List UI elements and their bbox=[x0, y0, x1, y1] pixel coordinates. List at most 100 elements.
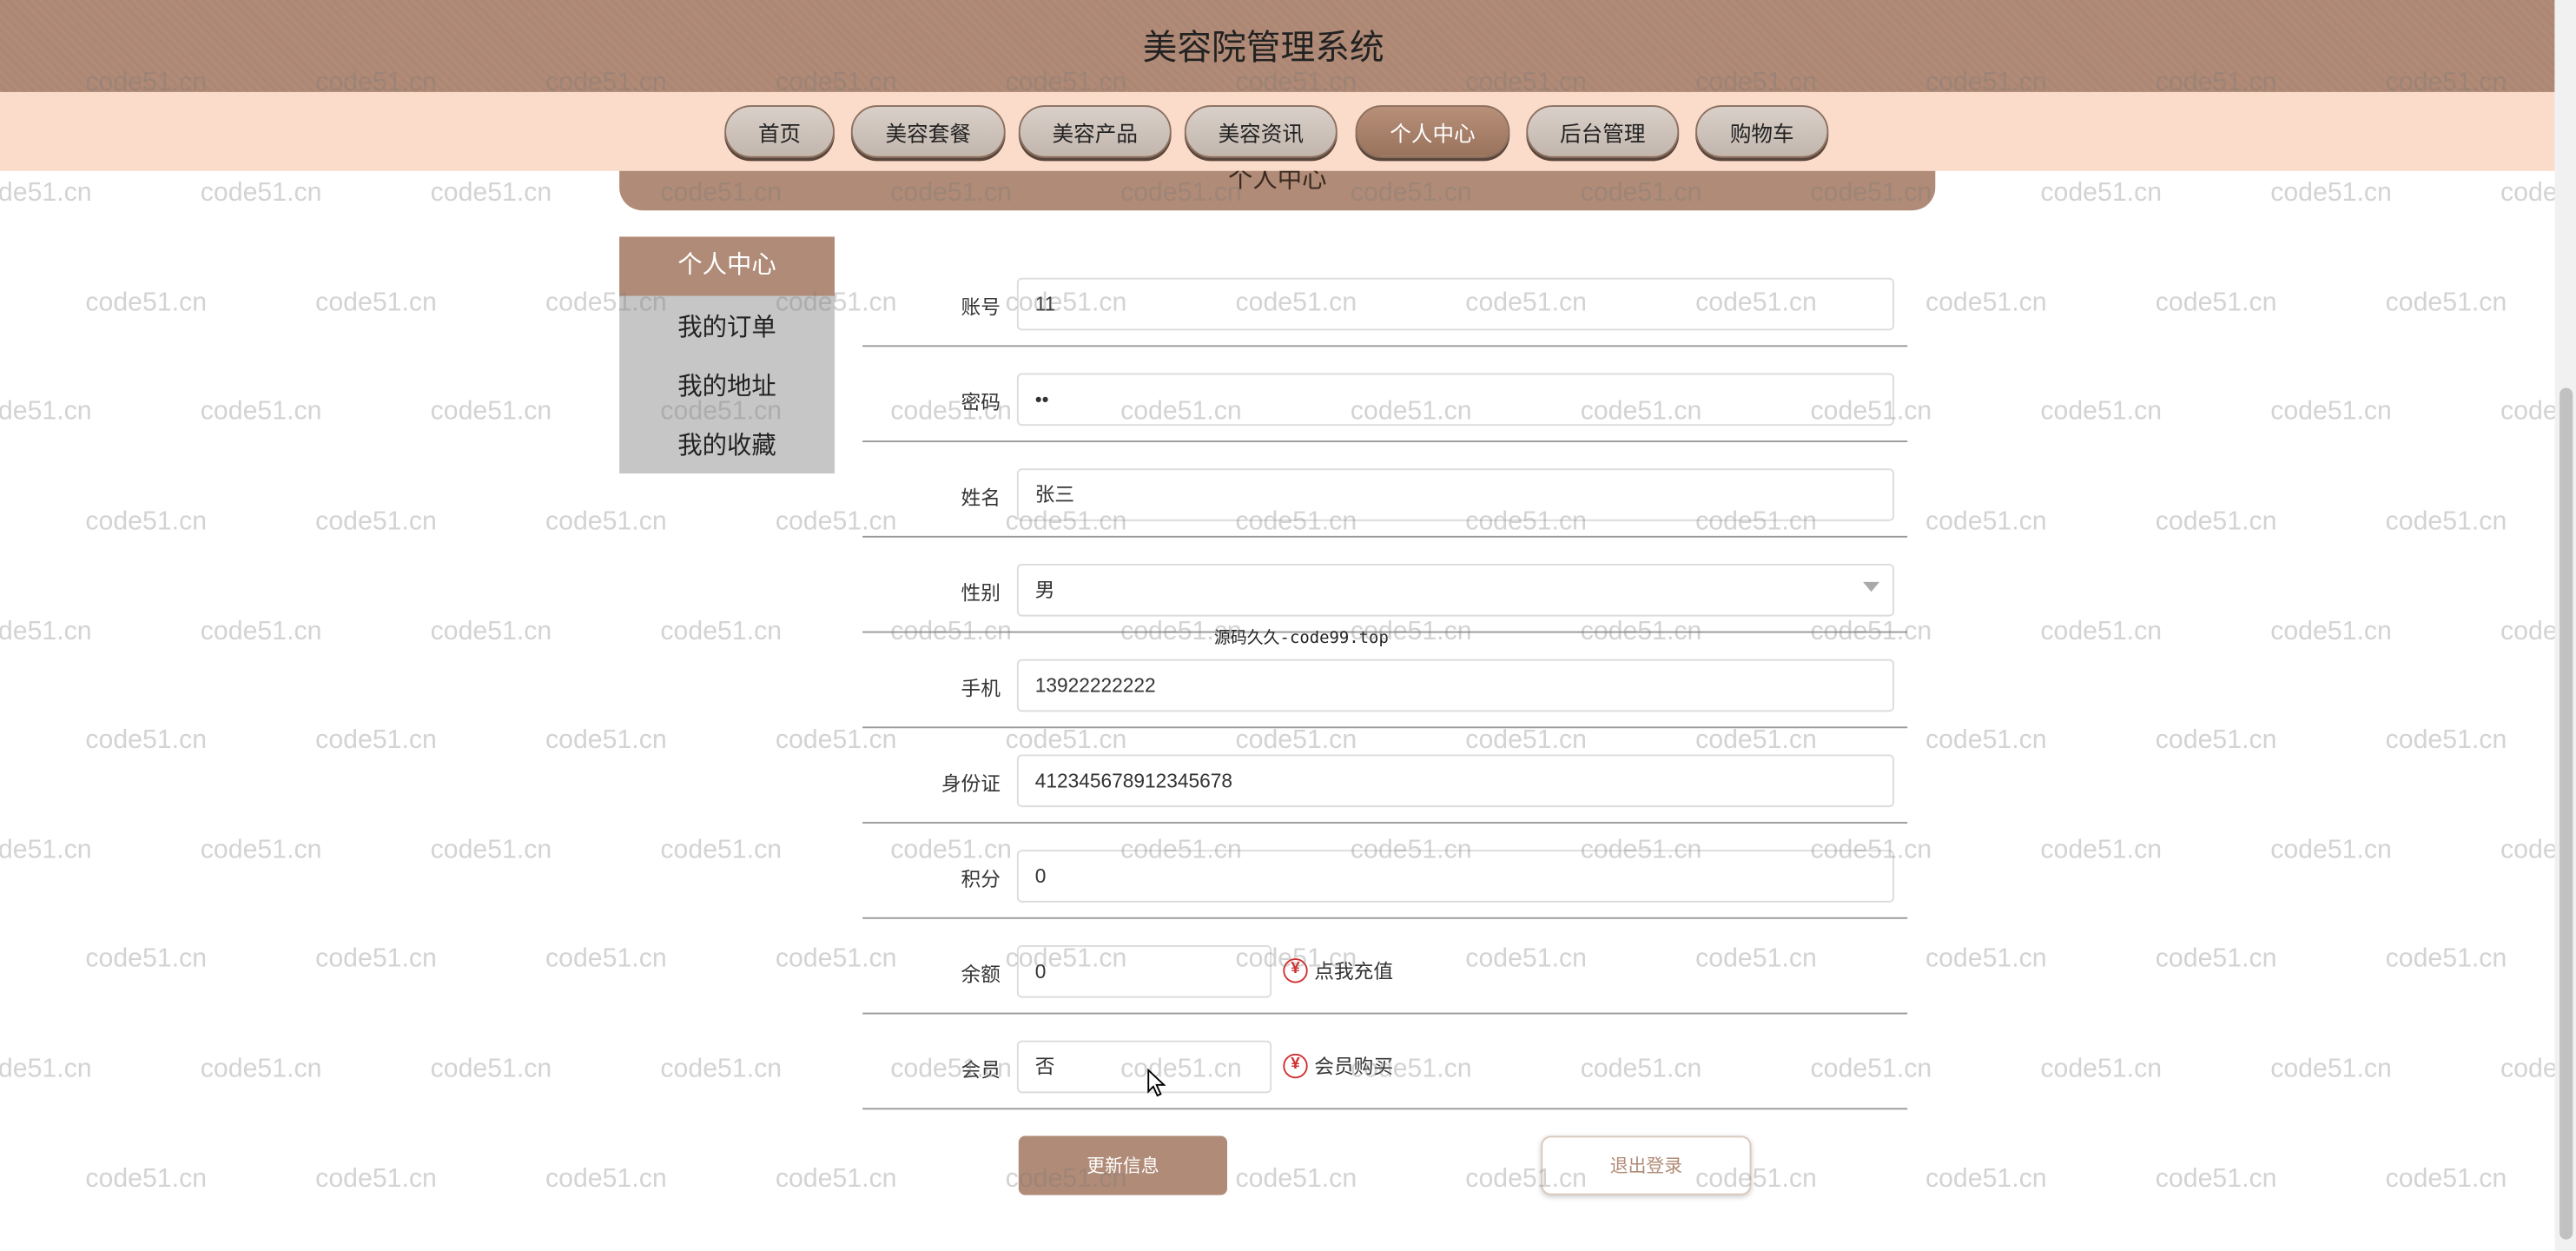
name-label: 姓名 bbox=[961, 486, 1001, 510]
form-row-account: 账号 11 bbox=[862, 252, 1908, 348]
balance-label: 余额 bbox=[961, 963, 1001, 987]
watermark-text: code51.cn bbox=[85, 1165, 208, 1194]
mouse-cursor-icon bbox=[1147, 1068, 1166, 1097]
watermark-text: code51.cn bbox=[85, 289, 208, 318]
password-input[interactable]: •• bbox=[1016, 373, 1895, 427]
nav-item-admin[interactable]: 后台管理 bbox=[1526, 105, 1680, 158]
watermark-text: code51.cn bbox=[1925, 289, 2047, 318]
yen-icon: ¥ bbox=[1283, 957, 1308, 983]
form-row-name: 姓名 张三 bbox=[862, 442, 1908, 538]
watermark-text: code51.cn bbox=[2270, 837, 2392, 865]
watermark-text: code51.cn bbox=[200, 618, 322, 646]
watermark-text: code51.cn bbox=[2270, 179, 2392, 208]
watermark-text: code51.cn bbox=[2385, 945, 2507, 974]
yen-icon: ¥ bbox=[1283, 1052, 1308, 1078]
update-info-button[interactable]: 更新信息 bbox=[1018, 1135, 1228, 1195]
watermark-text: code51.cn bbox=[2155, 289, 2277, 318]
buy-membership-link-label: 会员购买 bbox=[1314, 1054, 1394, 1078]
scrollbar[interactable] bbox=[2554, 0, 2576, 1251]
sidebar-item-addresses[interactable]: 我的地址 bbox=[619, 368, 835, 403]
page-title: 个人中心 bbox=[1227, 170, 1327, 195]
watermark-text: code51.cn bbox=[2040, 397, 2163, 427]
watermark-text: code51.cn bbox=[2155, 1165, 2277, 1194]
watermark-text: code51.cn bbox=[430, 179, 552, 208]
recharge-link-label: 点我充值 bbox=[1314, 959, 1394, 983]
watermark-text: code51.cn bbox=[315, 945, 437, 974]
watermark-text: code51.cn bbox=[85, 726, 208, 755]
watermark-text: code51.cn bbox=[2155, 945, 2277, 974]
watermark-text: code51.cn bbox=[85, 945, 208, 974]
watermark-text: code51.cn bbox=[200, 1055, 322, 1083]
buy-membership-link[interactable]: ¥ 会员购买 bbox=[1283, 1039, 1393, 1092]
member-label: 会员 bbox=[961, 1058, 1001, 1082]
watermark-text: code51.cn bbox=[2155, 726, 2277, 755]
recharge-link[interactable]: ¥ 点我充值 bbox=[1283, 943, 1393, 996]
sidebar-item-favorites[interactable]: 我的收藏 bbox=[619, 427, 835, 462]
watermark-text: code51.cn bbox=[1925, 1165, 2047, 1194]
points-label: 积分 bbox=[961, 868, 1001, 891]
nav-item-beauty-products[interactable]: 美容产品 bbox=[1018, 105, 1172, 158]
gender-select[interactable]: 男 bbox=[1016, 564, 1895, 617]
gender-select-value: 男 bbox=[1034, 579, 1055, 602]
chevron-down-icon bbox=[1863, 581, 1879, 592]
points-input[interactable]: 0 bbox=[1016, 850, 1895, 903]
watermark-text: code51.cn bbox=[85, 507, 208, 536]
sidebar: 个人中心 我的订单 我的地址 我的收藏 bbox=[619, 236, 835, 473]
balance-input[interactable]: 0 bbox=[1016, 945, 1272, 998]
watermark-text: code51.cn bbox=[1925, 507, 2047, 536]
watermark-text: code51.cn bbox=[660, 1055, 783, 1083]
watermark-text: code51.cn bbox=[660, 837, 783, 865]
watermark-text: code51.cn bbox=[2040, 179, 2163, 208]
form-row-password: 密码 •• bbox=[862, 347, 1908, 443]
watermark-text: code51.cn bbox=[2385, 1165, 2507, 1194]
phone-input[interactable]: 13922222222 bbox=[1016, 659, 1895, 712]
nav-item-beauty-news[interactable]: 美容资讯 bbox=[1184, 105, 1338, 158]
gender-label: 性别 bbox=[961, 581, 1001, 606]
watermark-text: code51.cn bbox=[430, 618, 552, 646]
watermark-text: code51.cn bbox=[2385, 726, 2507, 755]
watermark-text: code51.cn bbox=[315, 726, 437, 755]
watermark-text: code51.cn bbox=[430, 1055, 552, 1083]
watermark-text: code51.cn bbox=[660, 618, 783, 646]
watermark-text: code51.cn bbox=[545, 507, 667, 536]
name-input[interactable]: 张三 bbox=[1016, 468, 1895, 521]
watermark-text: code51.cn bbox=[315, 289, 437, 318]
watermark-text: code51.cn bbox=[2270, 1055, 2392, 1083]
watermark-text: code51.cn bbox=[2155, 507, 2277, 536]
nav-item-beauty-packages[interactable]: 美容套餐 bbox=[850, 105, 1006, 158]
logout-button[interactable]: 退出登录 bbox=[1541, 1135, 1752, 1195]
form-row-member: 会员 否 ¥ 会员购买 bbox=[862, 1014, 1908, 1110]
nav-item-cart[interactable]: 购物车 bbox=[1695, 105, 1829, 158]
account-input[interactable]: 11 bbox=[1016, 277, 1895, 331]
form-row-balance: 余额 0 ¥ 点我充值 bbox=[862, 919, 1908, 1015]
watermark-text: code51.cn bbox=[0, 837, 92, 865]
watermark-text: code51.cn bbox=[1925, 726, 2047, 755]
watermark-text: code51.cn bbox=[0, 179, 92, 208]
scrollbar-thumb[interactable] bbox=[2559, 387, 2573, 1240]
watermark-text: code51.cn bbox=[315, 1165, 437, 1194]
watermark-text: code51.cn bbox=[315, 507, 437, 536]
id-card-input[interactable]: 412345678912345678 bbox=[1016, 754, 1895, 808]
nav-item-personal-center[interactable]: 个人中心 bbox=[1355, 105, 1510, 158]
id-card-label: 身份证 bbox=[941, 772, 1001, 796]
watermark-text: code51.cn bbox=[2040, 837, 2163, 865]
form-row-id-card: 身份证 412345678912345678 bbox=[862, 728, 1908, 824]
watermark-text: code51.cn bbox=[545, 726, 667, 755]
watermark-text: code51.cn bbox=[775, 1165, 897, 1194]
nav-item-home[interactable]: 首页 bbox=[724, 105, 835, 158]
password-label: 密码 bbox=[961, 391, 1001, 414]
watermark-text: code51.cn bbox=[200, 397, 322, 427]
watermark-text: code51.cn bbox=[545, 1165, 667, 1194]
sidebar-item-orders[interactable]: 我的订单 bbox=[619, 309, 835, 344]
watermark-text: code51.cn bbox=[2385, 507, 2507, 536]
form-row-gender: 性别 男 bbox=[862, 538, 1908, 633]
watermark-text: code51.cn bbox=[1235, 1165, 1357, 1194]
watermark-text: code51.cn bbox=[430, 837, 552, 865]
form-row-phone: 手机 13922222222 bbox=[862, 632, 1908, 729]
watermark-text: code51.cn bbox=[1925, 945, 2047, 974]
watermark-text: code51.cn bbox=[0, 1055, 92, 1083]
member-input[interactable]: 否 bbox=[1016, 1040, 1272, 1094]
watermark-text: code51.cn bbox=[430, 397, 552, 427]
form-row-points: 积分 0 bbox=[862, 824, 1908, 919]
page-banner: 个人中心 bbox=[619, 170, 1936, 211]
